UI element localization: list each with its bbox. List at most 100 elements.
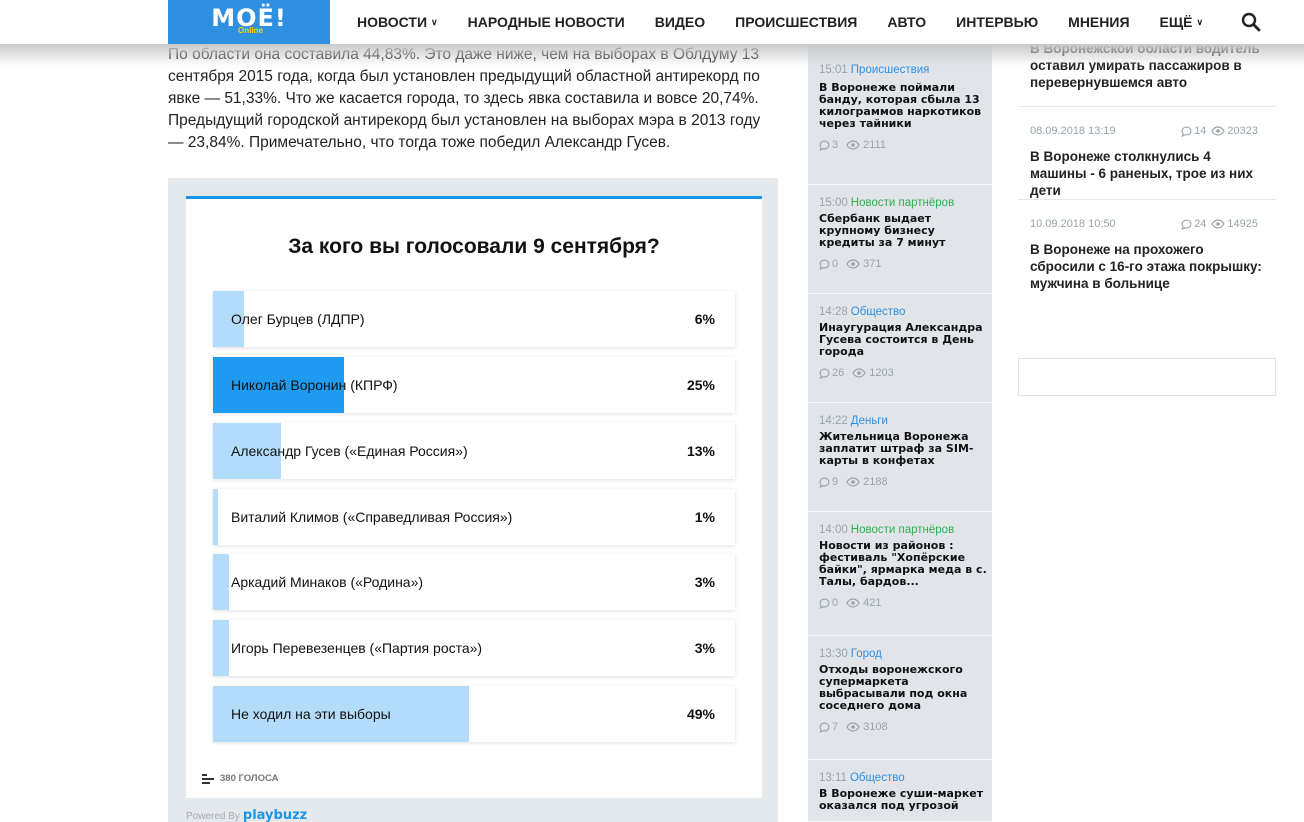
eye-icon <box>846 140 860 150</box>
view-count: 14925 <box>1227 218 1258 230</box>
comment-count: 14 <box>1194 125 1207 137</box>
powered-by[interactable]: Powered By playbuzz <box>186 808 307 822</box>
poll-option[interactable]: Александр Гусев («Единая Россия») 13% <box>213 423 735 479</box>
nav-item-label: НОВОСТИ <box>357 14 428 30</box>
feed-item-category[interactable]: Новости партнёров <box>851 197 954 209</box>
feed-item-category[interactable]: Новости партнёров <box>851 524 954 536</box>
nav-item-2[interactable]: ВИДЕО <box>655 14 705 30</box>
divider <box>1018 106 1276 107</box>
eye-icon <box>852 368 866 378</box>
poll-option-percent: 49% <box>686 706 715 722</box>
poll-option-label: Олег Бурцев (ЛДПР) <box>231 311 365 327</box>
feed-item[interactable]: 13:11 Общество В Воронеже суши-маркет оказ… <box>808 760 992 822</box>
popular-news-date: 08.09.2018 13:19 <box>1030 125 1116 137</box>
feed-item-title[interactable]: Сбербанк выдает крупному бизнесу кредиты… <box>819 213 987 249</box>
popular-news-title[interactable]: В Воронежской области водитель оставил у… <box>1030 40 1262 91</box>
view-count: 1203 <box>869 367 894 379</box>
eye-icon <box>846 598 860 608</box>
feed-item-stats: 7 3108 <box>819 721 888 733</box>
feed-item-time: 13:30 <box>819 648 848 660</box>
popular-news-meta: 08.09.2018 13:19 14 20323 <box>1030 125 1258 137</box>
feed-item-title[interactable]: В Воронеже суши-маркет оказался под угро… <box>819 788 987 812</box>
feed-item-meta: 13:11 Общество <box>819 772 905 784</box>
feed-item[interactable]: 13:30 Город Отходы воронежского супермарке… <box>808 636 992 760</box>
feed-item-time: 14:22 <box>819 415 848 427</box>
feed-item[interactable]: 14:28 Общество Инаугурация Александра Гусе… <box>808 294 992 403</box>
poll-option-label: Аркадий Минаков («Родина») <box>231 574 424 590</box>
poll-option[interactable]: Николай Воронин (КПРФ) 25% <box>213 357 735 413</box>
nav-item-3[interactable]: ПРОИСШЕСТВИЯ <box>735 14 857 30</box>
view-count: 2188 <box>863 476 888 488</box>
nav-item-5[interactable]: ИНТЕРВЬЮ <box>956 14 1038 30</box>
feed-item-meta: 14:22 Деньги <box>819 415 888 427</box>
popular-news-title[interactable]: В Воронеже столкнулись 4 машины - 6 ране… <box>1030 148 1262 199</box>
nav-item-4[interactable]: АВТО <box>887 14 926 30</box>
feed-item-title[interactable]: Отходы воронежского супермаркета выбрасы… <box>819 664 987 712</box>
feed-item-title[interactable]: В Воронеже поймали банду, которая сбыла … <box>819 82 987 130</box>
main-nav: НОВОСТИ ∨ НАРОДНЫЕ НОВОСТИ ВИДЕО ПРОИСШЕСТВИ… <box>357 0 1233 44</box>
view-count: 2111 <box>863 139 886 151</box>
comment-icon <box>819 368 830 379</box>
feed-item-stats: 0 421 <box>819 597 881 609</box>
poll-option-label: Виталий Климов («Справедливая Россия») <box>231 509 513 525</box>
comment-count: 0 <box>832 258 839 270</box>
playbuzz-logo: playbuzz <box>242 808 308 822</box>
view-count: 3108 <box>863 721 888 733</box>
poll-option[interactable]: Виталий Климов («Справедливая Россия») 1% <box>213 489 735 545</box>
view-count: 371 <box>863 258 882 270</box>
vote-count: 380 ГОЛОСА <box>202 773 278 784</box>
vote-count-text: 380 ГОЛОСА <box>220 773 279 784</box>
feed-item-time: 15:01 <box>819 64 848 76</box>
poll-option[interactable]: Аркадий Минаков («Родина») 3% <box>213 554 735 610</box>
feed-item-title[interactable]: Жительница Воронежа заплатит штраф за SI… <box>819 431 987 467</box>
nav-item-6[interactable]: МНЕНИЯ <box>1068 14 1129 30</box>
comment-count: 7 <box>832 721 839 733</box>
site-logo[interactable]: МОЁ! <box>168 0 330 44</box>
comment-count: 0 <box>832 597 839 609</box>
divider <box>1018 199 1276 200</box>
feed-item-time: 15:00 <box>819 197 848 209</box>
feed-item-category[interactable]: Общество <box>851 306 906 318</box>
logo-subtitle: Online <box>238 26 263 35</box>
feed-item-meta: 13:30 Город <box>819 648 882 660</box>
feed-item[interactable]: 14:00 Новости партнёров Новости из районов… <box>808 512 992 636</box>
view-count: 421 <box>863 597 882 609</box>
popular-news-title[interactable]: В Воронеже на прохожего сбросили с 16-го… <box>1030 241 1262 292</box>
poll-option-label: Александр Гусев («Единая Россия») <box>231 443 468 459</box>
feed-item-time: 14:00 <box>819 524 848 536</box>
poll-option-bar <box>213 620 229 676</box>
feed-item-title[interactable]: Новости из районов : фестиваль "Хопёрски… <box>819 540 987 588</box>
nav-item-7[interactable]: ЕЩЁ ∨ <box>1160 14 1204 30</box>
eye-icon <box>1211 126 1226 136</box>
feed-item[interactable]: 15:00 Новости партнёров Сбербанк выдает кр… <box>808 185 992 294</box>
feed-item-title[interactable]: Инаугурация Александра Гусева состоится … <box>819 322 987 358</box>
poll-option-label: Игорь Перевезенцев («Партия роста») <box>231 640 483 656</box>
powered-by-text: Powered By <box>186 811 240 822</box>
poll-option-percent: 3% <box>694 640 715 656</box>
nav-item-1[interactable]: НАРОДНЫЕ НОВОСТИ <box>468 14 625 30</box>
feed-item-stats: 9 2188 <box>819 476 888 488</box>
feed-item[interactable]: 15:01 Происшествия В Воронеже поймали банд… <box>808 44 992 185</box>
feed-item-stats: 3 2111 <box>819 139 886 151</box>
feed-item-category[interactable]: Деньги <box>851 415 888 427</box>
chevron-down-icon: ∨ <box>431 16 438 27</box>
feed-item[interactable]: 14:22 Деньги Жительница Воронежа заплатит … <box>808 403 992 512</box>
feed-item-category[interactable]: Общество <box>850 772 905 784</box>
search-icon[interactable] <box>1241 12 1261 32</box>
feed-item-stats: 26 1203 <box>819 367 894 379</box>
poll-option-percent: 6% <box>694 311 715 327</box>
feed-item-category[interactable]: Город <box>851 648 882 660</box>
nav-item-label: ВИДЕО <box>654 14 706 30</box>
popular-news-stats: 14 20323 <box>1181 125 1258 137</box>
feed-item-time: 14:28 <box>819 306 848 318</box>
view-count: 20323 <box>1227 125 1258 137</box>
poll-option-percent: 25% <box>686 377 715 393</box>
poll-option[interactable]: Олег Бурцев (ЛДПР) 6% <box>213 291 735 347</box>
poll-option[interactable]: Игорь Перевезенцев («Партия роста») 3% <box>213 620 735 676</box>
feed-item-category[interactable]: Происшествия <box>851 64 930 76</box>
eye-icon <box>1211 219 1226 229</box>
nav-item-0[interactable]: НОВОСТИ ∨ <box>357 14 438 30</box>
poll-option[interactable]: Не ходил на эти выборы 49% <box>213 686 735 742</box>
comment-icon <box>819 598 830 609</box>
poll-option-label: Не ходил на эти выборы <box>231 706 391 722</box>
